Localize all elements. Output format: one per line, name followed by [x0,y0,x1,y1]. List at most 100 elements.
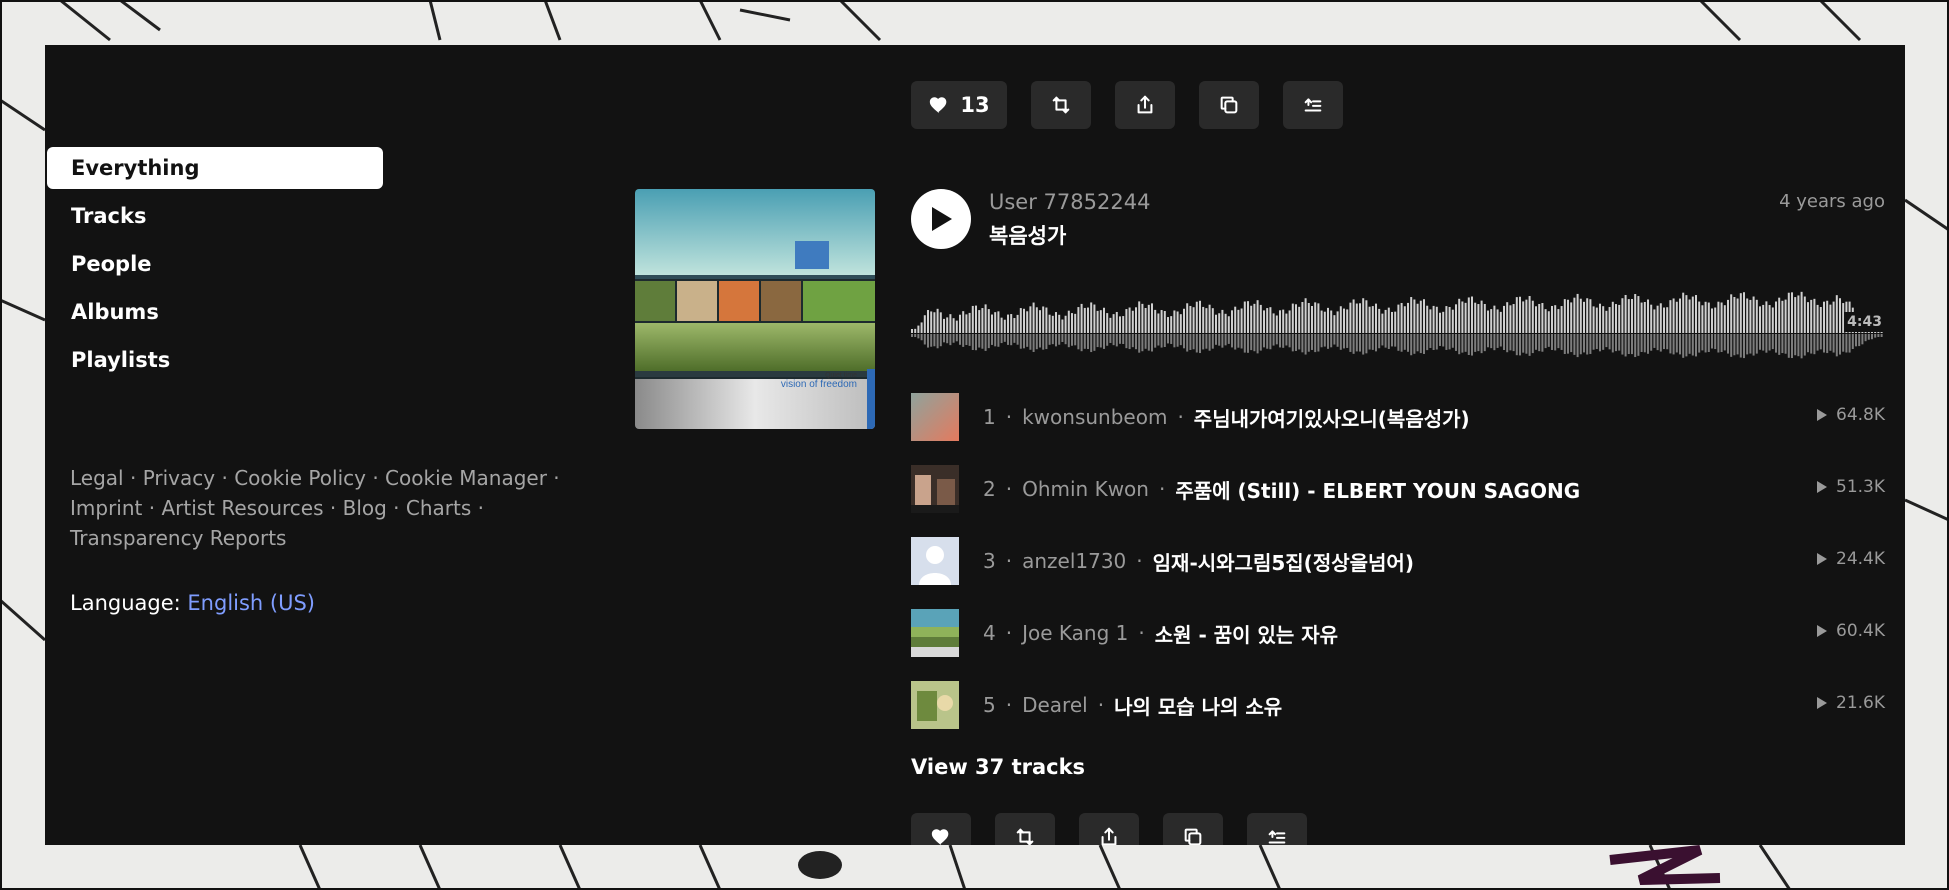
waveform-bar-reflection [923,334,926,345]
track-thumbnail[interactable] [911,681,959,729]
track-thumbnail[interactable] [911,609,959,657]
repost-button[interactable] [1031,81,1091,129]
heart-icon [931,829,949,845]
copy-link-button[interactable] [1199,81,1259,129]
like-button[interactable]: 13 [911,81,1007,129]
waveform-bar-reflection [1349,334,1352,352]
waveform-bar [1135,307,1137,333]
track-row[interactable]: 1 · kwonsunbeom · 주님내가여기있사오니(복음성가) 64.8K [911,393,1885,441]
waveform-bar-reflection [1000,334,1003,344]
waveform-bar-reflection [1503,334,1505,351]
blog-link[interactable]: Blog [343,496,387,520]
track-title[interactable]: 주품에 (Still) - ELBERT YOUN SAGONG [1175,475,1580,504]
share-button[interactable] [1115,81,1175,129]
track-thumbnail[interactable] [911,465,959,513]
waveform-bar [1170,316,1173,333]
copy-link-button[interactable] [1163,813,1223,845]
artist-resources-link[interactable]: Artist Resources [161,496,323,520]
waveform-bar [1019,308,1022,333]
waveform-bar-reflection [1842,334,1845,352]
view-all-tracks-link[interactable]: View 37 tracks [911,755,1085,779]
track-row[interactable]: 2 · Ohmin Kwon · 주품에 (Still) - ELBERT YO… [911,465,1885,513]
waveform-bar [1333,315,1336,333]
cookie-policy-link[interactable]: Cookie Policy [234,466,366,490]
waveform-bar-reflection [1547,334,1550,347]
legal-link[interactable]: Legal [70,466,124,490]
waveform-bar-reflection [997,334,1000,347]
waveform-bar [1128,307,1131,333]
waveform-bar [1346,309,1349,333]
artwork-caption-main: vision of freedom [781,379,857,390]
add-to-next-up-button[interactable] [1283,81,1343,129]
track-row[interactable]: 5 · Dearel · 나의 모습 나의 소유 21.6K [911,681,1885,729]
waveform-bar-reflection [1186,334,1189,352]
privacy-link[interactable]: Privacy [143,466,215,490]
track-row[interactable]: 4 · Joe Kang 1 · 소원 - 꿈이 있는 자유 60.4K [911,609,1885,657]
track-artist[interactable]: anzel1730 [1022,549,1126,573]
waveform-bar [1423,299,1425,333]
waveform-bar [1362,298,1365,333]
nav-item-playlists[interactable]: Playlists [47,339,383,381]
waveform-bar-reflection [968,334,971,346]
nav-item-albums[interactable]: Albums [47,291,383,333]
waveform-bar [1243,301,1246,333]
playlist-artwork[interactable]: Quiet time vision of freedom [635,189,875,429]
waveform-bar [1231,310,1233,333]
nav-item-everything[interactable]: Everything [47,147,383,189]
charts-link[interactable]: Charts [406,496,471,520]
waveform-bar-reflection [917,334,920,339]
waveform-bar [1503,305,1505,333]
track-artist[interactable]: Joe Kang 1 [1022,621,1128,645]
waveform-bar [1032,302,1035,333]
playlist-title[interactable]: 복음성가 [989,220,1066,250]
waveform-bar-reflection [1723,334,1726,351]
repost-button[interactable] [995,813,1055,845]
waveform-bar-reflection [1176,334,1179,347]
waveform-bar-reflection [1275,334,1278,345]
waveform-bar [1557,309,1560,333]
track-title[interactable]: 주님내가여기있사오니(복음성가) [1194,403,1470,432]
language-value[interactable]: English (US) [187,591,315,615]
waveform-bar [1538,303,1541,333]
playlist-uploader[interactable]: User 77852244 [989,190,1150,214]
waveform-bar-reflection [1378,334,1381,349]
waveform-bar [1554,305,1557,333]
waveform[interactable] [911,273,1885,365]
share-button[interactable] [1079,813,1139,845]
track-thumbnail[interactable] [911,393,959,441]
waveform-bar [1448,306,1451,333]
waveform-bar [1093,304,1096,333]
transparency-reports-link[interactable]: Transparency Reports [70,526,286,550]
waveform-bar [927,310,929,333]
track-row[interactable]: 3 · anzel1730 · 임재-시와그림5집(정상을넘어) 24.4K [911,537,1885,585]
waveform-bar-reflection [1861,334,1864,345]
track-play-count: 64.8K [1816,405,1885,425]
waveform-bar-reflection [1567,334,1569,354]
waveform-bar-reflection [1634,334,1637,358]
track-title[interactable]: 소원 - 꿈이 있는 자유 [1155,619,1338,648]
waveform-bar [1675,301,1678,333]
nav-item-tracks[interactable]: Tracks [47,195,383,237]
waveform-bar-reflection [1672,334,1675,355]
nav-item-people[interactable]: People [47,243,383,285]
track-artist[interactable]: Ohmin Kwon [1022,477,1149,501]
track-title[interactable]: 임재-시와그림5집(정상을넘어) [1153,547,1414,576]
track-artist[interactable]: kwonsunbeom [1022,405,1167,429]
track-thumbnail[interactable] [911,537,959,585]
imprint-link[interactable]: Imprint [70,496,142,520]
track-title[interactable]: 나의 모습 나의 소유 [1114,691,1282,720]
waveform-bar [1432,305,1435,333]
waveform-bar-reflection [1739,334,1742,358]
waveform-bar-reflection [1615,334,1617,352]
add-to-next-up-button[interactable] [1247,813,1307,845]
waveform-bar-reflection [1496,334,1499,348]
artwork-caption-small: Quiet time [825,372,857,379]
waveform-bar [1573,297,1576,333]
like-button[interactable] [911,813,971,845]
cookie-manager-link[interactable]: Cookie Manager [385,466,547,490]
play-button[interactable] [911,189,971,249]
waveform-bar-reflection [1794,334,1797,356]
waveform-bar-reflection [955,334,958,342]
track-artist[interactable]: Dearel [1022,693,1088,717]
waveform-bar [1413,299,1416,333]
